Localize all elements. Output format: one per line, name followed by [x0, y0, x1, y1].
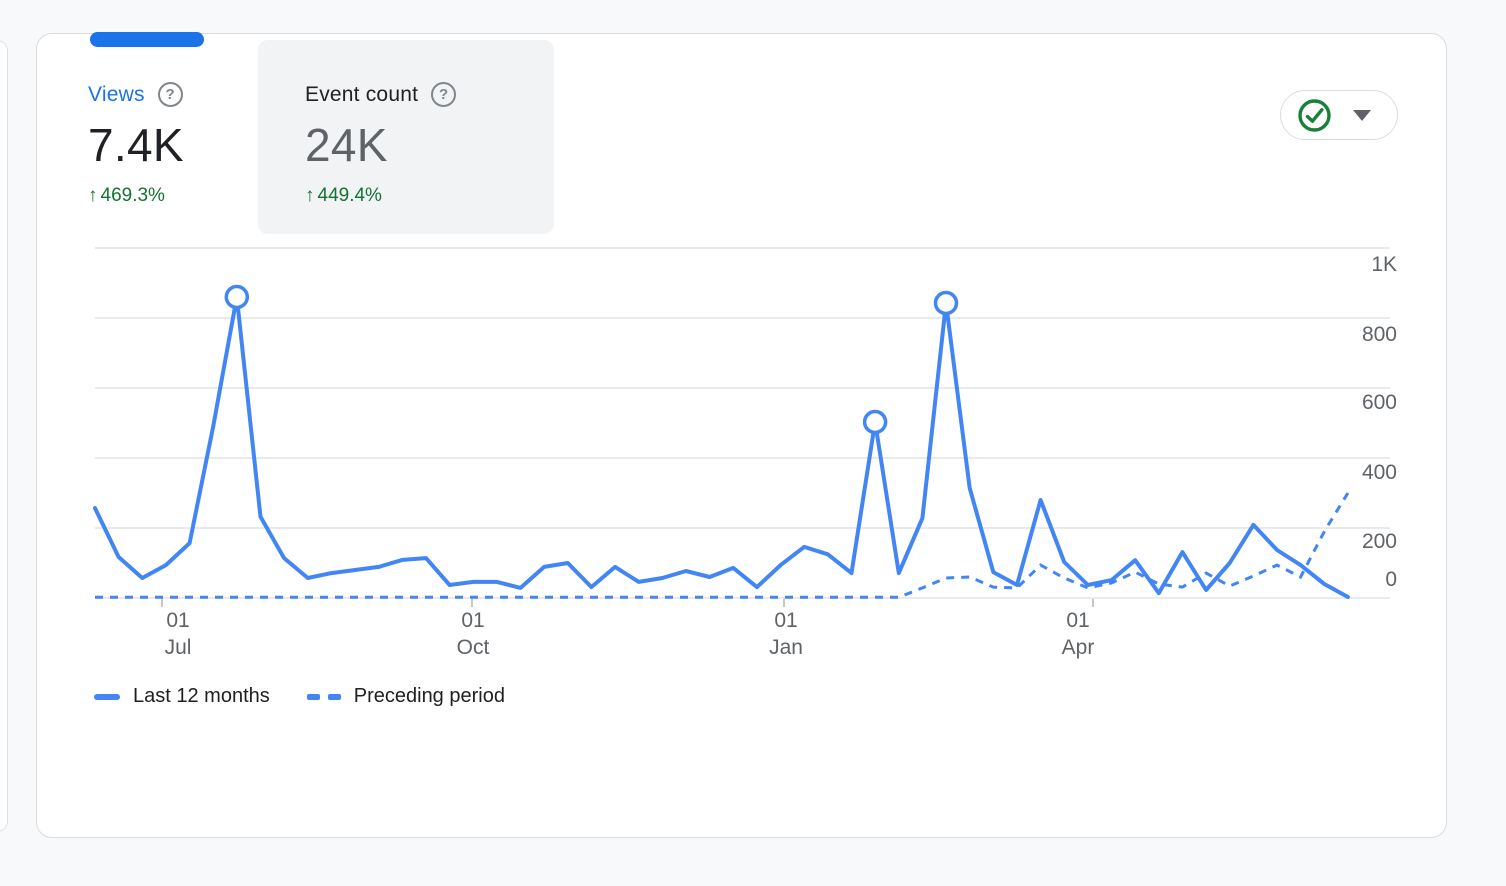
x-axis-tick-label: 01Jan — [741, 607, 831, 661]
chart-plot-area[interactable] — [95, 244, 1395, 604]
adjacent-card-edge — [0, 40, 8, 832]
y-axis-tick-label: 800 — [1327, 323, 1397, 347]
help-icon[interactable]: ? — [158, 82, 183, 107]
event-count-delta-value: 449.4% — [318, 185, 382, 207]
event-count-delta: ↑ 449.4% — [305, 185, 554, 207]
views-value: 7.4K — [88, 118, 184, 172]
views-label: Views — [88, 83, 145, 107]
y-axis-tick-label: 0 — [1327, 568, 1397, 592]
caret-down-icon — [1353, 110, 1371, 121]
event-count-value: 24K — [305, 118, 554, 172]
event-count-label: Event count — [305, 83, 418, 107]
y-axis-tick-label: 1K — [1327, 253, 1397, 277]
help-icon[interactable]: ? — [431, 82, 456, 107]
y-axis-tick-label: 200 — [1327, 530, 1397, 554]
legend-label: Preceding period — [354, 685, 505, 708]
data-quality-button[interactable] — [1280, 90, 1398, 140]
tab-event-count-metric[interactable]: Event count ? 24K ↑ 449.4% — [258, 40, 554, 234]
x-axis-tick-label: 01Jul — [133, 607, 223, 661]
tab-views-metric[interactable]: Views ? 7.4K ↑ 469.3% — [88, 82, 184, 207]
legend-label: Last 12 months — [133, 685, 270, 708]
up-arrow-icon: ↑ — [305, 185, 315, 207]
legend-item-last-12-months: Last 12 months — [94, 685, 270, 708]
active-tab-indicator — [90, 32, 204, 47]
legend-item-preceding-period: Preceding period — [307, 685, 505, 708]
x-axis-tick-label: 01Apr — [1033, 607, 1123, 661]
check-circle-icon — [1297, 98, 1332, 133]
up-arrow-icon: ↑ — [88, 185, 98, 207]
solid-line-swatch-icon — [94, 694, 120, 700]
views-delta-value: 469.3% — [101, 185, 165, 207]
x-axis-tick-label: 01Oct — [428, 607, 518, 661]
views-delta: ↑ 469.3% — [88, 185, 184, 207]
chart-legend: Last 12 months Preceding period — [94, 685, 505, 708]
y-axis-tick-label: 400 — [1327, 461, 1397, 485]
dashed-line-swatch-icon — [307, 694, 341, 700]
metrics-chart-card: Views ? 7.4K ↑ 469.3% Event count ? 24K … — [36, 33, 1447, 838]
y-axis-tick-label: 600 — [1327, 391, 1397, 415]
